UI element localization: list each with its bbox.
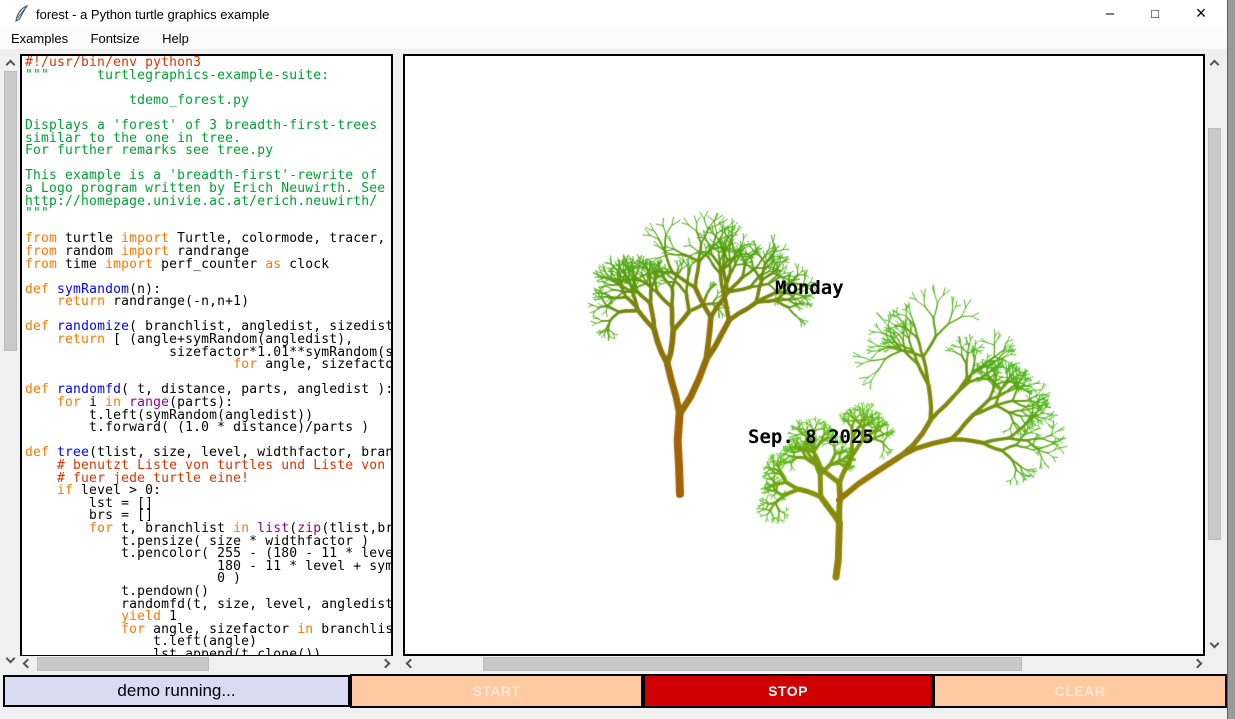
titlebar: forest - a Python turtle graphics exampl… <box>0 0 1227 28</box>
close-button[interactable]: × <box>1182 0 1220 27</box>
start-button[interactable]: START <box>350 674 643 708</box>
window-title: forest - a Python turtle graphics exampl… <box>36 7 269 22</box>
scroll-left-icon[interactable] <box>403 656 418 671</box>
code-line: tdemo_forest.py <box>25 95 393 108</box>
menu-examples[interactable]: Examples <box>2 28 77 49</box>
code-text: #!/usr/bin/env python3""" turtlegraphics… <box>25 57 393 657</box>
code-line: """ <box>25 208 393 221</box>
code-line: http://homepage.univie.ac.at/erich.neuwi… <box>25 196 393 209</box>
menubar: Examples Fontsize Help <box>0 28 1227 49</box>
code-vscroll-thumb[interactable] <box>4 71 17 351</box>
scroll-down-icon[interactable] <box>3 652 18 667</box>
clear-button[interactable]: CLEAR <box>933 674 1227 708</box>
turtle-canvas-pane[interactable]: Monday Sep. 8 2025 <box>403 54 1205 656</box>
scroll-right-icon[interactable] <box>1190 656 1205 671</box>
canvas-vertical-scrollbar[interactable] <box>1207 55 1222 652</box>
canvas-vscroll-thumb[interactable] <box>1208 128 1221 540</box>
scroll-down-icon[interactable] <box>1207 637 1222 652</box>
code-line: t.forward( (1.0 * distance)/parts ) <box>25 422 393 435</box>
code-line: return randrange(-n,n+1) <box>25 296 393 309</box>
code-hscroll-thumb[interactable] <box>37 657 209 671</box>
scroll-up-icon[interactable] <box>1207 55 1222 70</box>
turtle-canvas[interactable] <box>405 56 1203 654</box>
stop-button[interactable]: STOP <box>643 674 933 708</box>
minimize-button[interactable]: – <box>1091 0 1129 27</box>
menu-help[interactable]: Help <box>153 28 198 49</box>
app-window: forest - a Python turtle graphics exampl… <box>0 0 1228 719</box>
code-horizontal-scrollbar[interactable] <box>20 656 393 672</box>
code-editor[interactable]: #!/usr/bin/env python3""" turtlegraphics… <box>20 54 393 657</box>
code-line: from time import perf_counter as clock <box>25 259 393 272</box>
canvas-hscroll-thumb[interactable] <box>483 657 1022 671</box>
tk-feather-icon <box>13 5 29 23</box>
maximize-button[interactable]: □ <box>1136 0 1174 27</box>
code-vertical-scrollbar[interactable] <box>3 55 18 667</box>
canvas-date-label: Sep. 8 2025 <box>748 426 874 448</box>
menu-fontsize[interactable]: Fontsize <box>82 28 149 49</box>
canvas-horizontal-scrollbar[interactable] <box>403 656 1205 672</box>
scroll-left-icon[interactable] <box>20 656 35 671</box>
code-line: For further remarks see tree.py <box>25 145 393 158</box>
code-line: """ turtlegraphics-example-suite: <box>25 70 393 83</box>
scroll-right-icon[interactable] <box>378 656 393 671</box>
canvas-day-label: Monday <box>775 277 844 299</box>
scroll-up-icon[interactable] <box>3 55 18 70</box>
status-label: demo running... <box>3 675 350 707</box>
code-line: for angle, sizefactor in branchlist ] <box>25 359 393 372</box>
